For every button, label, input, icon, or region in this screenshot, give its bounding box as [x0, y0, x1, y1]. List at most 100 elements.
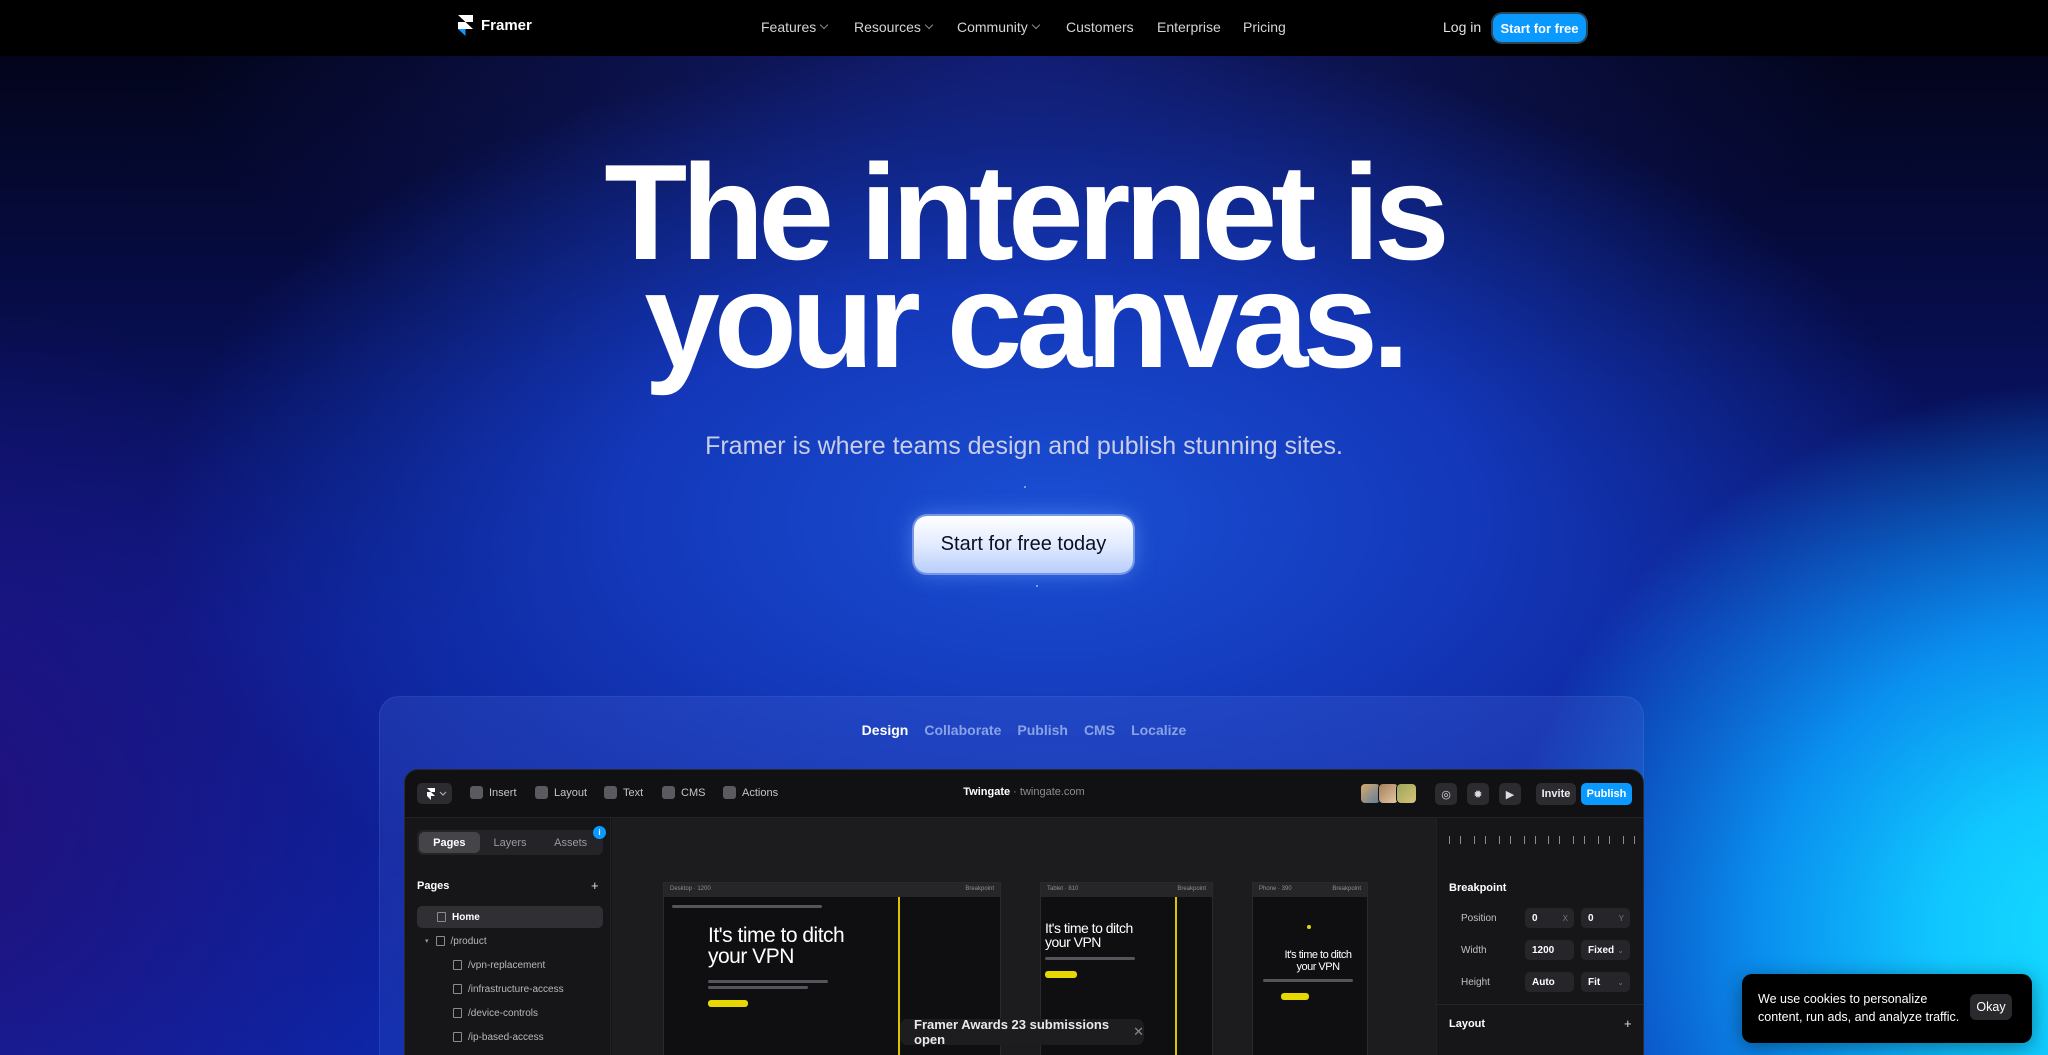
page-icon [453, 984, 462, 994]
layout-heading: Layout [1449, 1018, 1486, 1030]
frame-nav-bar [672, 905, 822, 908]
frame-subtext [708, 980, 828, 983]
page-item-product[interactable]: ▾ /product [417, 930, 603, 952]
nav-pricing-label: Pricing [1243, 19, 1286, 35]
sparkle [1036, 585, 1038, 587]
awards-banner[interactable]: Framer Awards 23 submissions open ✕ [900, 1017, 1144, 1047]
height-mode-value: Fit [1588, 976, 1601, 988]
collapse-arrow-icon: ▾ [425, 938, 429, 945]
framer-logo[interactable]: Framer [458, 15, 532, 36]
alignment-toolbar [1449, 836, 1635, 844]
editor-toolbar: Insert Layout Text CMS Actions Twingate … [405, 770, 1643, 818]
tab-cms[interactable]: CMS [1084, 722, 1115, 738]
nav-community[interactable]: Community [957, 19, 1041, 35]
framer-logo-icon [458, 15, 473, 36]
tab-assets[interactable]: Assets [540, 832, 601, 853]
page-icon [453, 960, 462, 970]
close-icon[interactable]: ✕ [1133, 1024, 1144, 1040]
notification-badge: i [593, 826, 606, 839]
home-icon [437, 912, 446, 922]
page-icon [453, 1032, 462, 1042]
login-link[interactable]: Log in [1443, 19, 1481, 35]
page-label: /ip-based-access [468, 1031, 544, 1043]
align-left-icon[interactable] [1449, 836, 1461, 844]
chevron-down-icon [924, 20, 934, 30]
position-x-field[interactable]: 0X [1525, 908, 1574, 928]
distribute-v-icon[interactable] [1622, 836, 1635, 844]
nav-pricing[interactable]: Pricing [1243, 19, 1286, 35]
divider [1437, 1004, 1643, 1005]
frame-subtext [708, 986, 808, 989]
align-center-h-icon[interactable] [1473, 836, 1486, 844]
breakpoint-heading: Breakpoint [1449, 882, 1507, 894]
tab-pages[interactable]: Pages [419, 832, 480, 853]
chevron-down-icon [1031, 20, 1041, 30]
align-top-icon[interactable] [1523, 836, 1536, 844]
chevron-down-icon: ⌄ [1617, 977, 1624, 987]
cookie-banner: We use cookies to personalize content, r… [1742, 974, 2032, 1043]
x-unit: X [1562, 913, 1568, 923]
nav-enterprise-label: Enterprise [1157, 19, 1221, 35]
tab-design[interactable]: Design [862, 722, 909, 738]
nav-customers[interactable]: Customers [1066, 19, 1134, 35]
y-unit: Y [1618, 913, 1624, 923]
page-item-device-controls[interactable]: /device-controls [417, 1002, 603, 1024]
width-mode-value: Fixed [1588, 944, 1615, 956]
brand-name: Framer [481, 17, 532, 34]
project-domain: twingate.com [1019, 786, 1085, 798]
frame-header: Desktop · 1200 Breakpoint [664, 883, 1000, 897]
page-item-home[interactable]: Home [417, 906, 603, 928]
add-page-icon[interactable]: + [591, 878, 599, 893]
play-icon[interactable]: ▶ [1499, 783, 1521, 805]
tab-publish[interactable]: Publish [1017, 722, 1068, 738]
frame-heading: It's time to ditch your VPN [1045, 920, 1133, 950]
start-for-free-button[interactable]: Start for free [1493, 14, 1586, 42]
frame-subtext [1045, 957, 1135, 960]
nav-resources-label: Resources [854, 19, 921, 35]
phone-frame[interactable]: Phone · 390 Breakpoint It's time to ditch… [1252, 882, 1368, 1055]
frame-heading: It's time to ditch your VPN [1284, 949, 1352, 973]
hero-headline-line2: your canvas. [644, 244, 1410, 396]
gear-icon[interactable]: ✹ [1467, 783, 1489, 805]
distribute-h-icon[interactable] [1598, 836, 1611, 844]
page-item-vpn-replacement[interactable]: /vpn-replacement [417, 954, 603, 976]
globe-icon[interactable]: ◎ [1435, 783, 1457, 805]
page-label: /product [450, 935, 487, 947]
sparkle [1024, 486, 1026, 488]
page-item-ip-based-access[interactable]: /ip-based-access [417, 1026, 603, 1048]
pages-panel: Pages Layers Assets i Pages + Home ▾ /pro… [405, 818, 611, 1055]
frame-tag: Breakpoint [1332, 886, 1361, 892]
tab-localize[interactable]: Localize [1131, 722, 1186, 738]
start-for-free-today-button[interactable]: Start for free today [914, 516, 1133, 573]
hero-subline: Framer is where teams design and publish… [705, 432, 1343, 460]
page-label: /infrastructure-access [468, 983, 564, 995]
align-right-icon[interactable] [1498, 836, 1511, 844]
tab-collaborate[interactable]: Collaborate [924, 722, 1001, 738]
frame-cta [1045, 971, 1077, 978]
editor-window: Insert Layout Text CMS Actions Twingate … [404, 769, 1644, 1055]
chevron-down-icon: ⌄ [1617, 945, 1624, 955]
position-y-field[interactable]: 0Y [1581, 908, 1630, 928]
nav-enterprise[interactable]: Enterprise [1157, 19, 1221, 35]
width-mode-select[interactable]: Fixed ⌄ [1581, 940, 1630, 960]
nav-resources[interactable]: Resources [854, 19, 934, 35]
cookie-okay-button[interactable]: Okay [1970, 994, 2012, 1020]
nav-customers-label: Customers [1066, 19, 1134, 35]
add-layout-icon[interactable]: + [1624, 1016, 1632, 1031]
page-label: Home [452, 911, 480, 923]
frame-header: Tablet · 810 Breakpoint [1041, 883, 1212, 897]
publish-button[interactable]: Publish [1581, 783, 1632, 805]
page-label: /vpn-replacement [468, 959, 546, 971]
chevron-down-icon [820, 20, 829, 30]
align-center-v-icon[interactable] [1548, 836, 1561, 844]
invite-button[interactable]: Invite [1536, 783, 1576, 805]
page-item-infrastructure-access[interactable]: /infrastructure-access [417, 978, 603, 1000]
height-mode-select[interactable]: Fit ⌄ [1581, 972, 1630, 992]
tab-layers[interactable]: Layers [480, 832, 541, 853]
height-field[interactable]: Auto [1525, 972, 1574, 992]
width-field[interactable]: 1200 [1525, 940, 1574, 960]
align-bottom-icon[interactable] [1573, 836, 1586, 844]
nav-features[interactable]: Features [761, 19, 829, 35]
frame-header: Phone · 390 Breakpoint [1253, 883, 1367, 897]
avatar[interactable] [1396, 783, 1417, 804]
